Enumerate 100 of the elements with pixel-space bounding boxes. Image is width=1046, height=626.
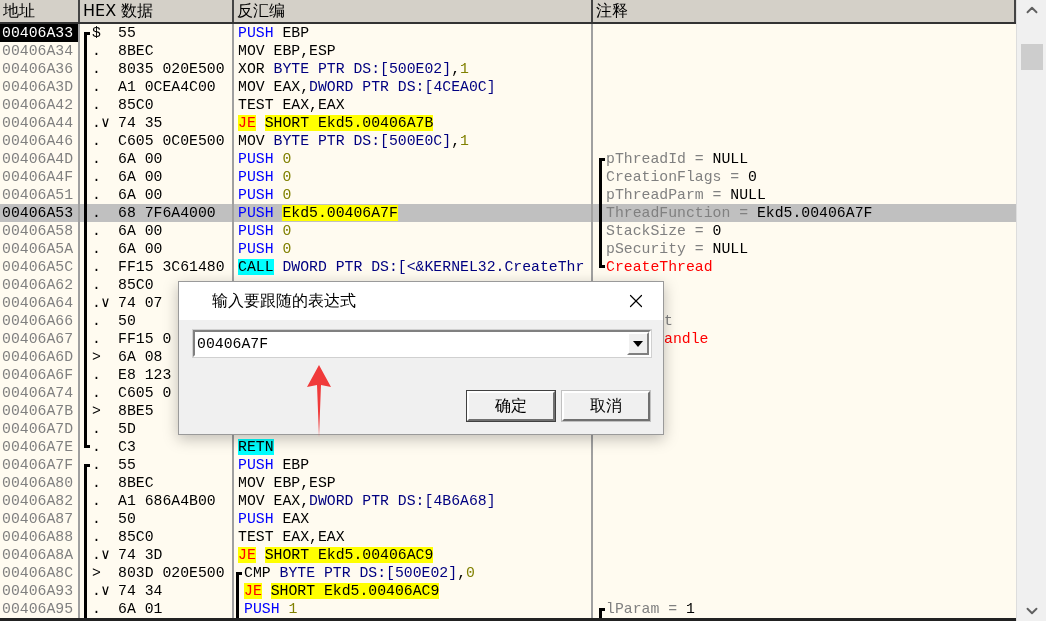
hex-bytes: FF15 3C61480 (118, 258, 225, 276)
instruction-text: MOV EAX,DWORD PTR DS:[4B6A68] (238, 492, 496, 510)
hex-bytes: 68 7F6A4000 (118, 204, 216, 222)
address-text: 00406A6F (1, 366, 75, 384)
comment-text: pThreadParm = NULL (606, 186, 766, 204)
instruction-text: PUSH 0 (238, 150, 292, 168)
flow-marker: > (91, 564, 102, 582)
dialog-button[interactable]: 取消 (562, 391, 650, 421)
address-text: 00406A6D (1, 348, 75, 366)
column-header[interactable]: HEX 数据 (80, 0, 234, 22)
code-row[interactable]: 00406A93 .∨ 74 34 JE SHORT Ekd5.00406AC9 (0, 582, 1016, 600)
hex-bytes: FF15 0 (118, 330, 172, 348)
address-text: 00406A36 (1, 60, 75, 78)
hex-bytes: 5D (118, 420, 136, 438)
flow-marker: . (91, 258, 102, 276)
instruction-text: PUSH 0 (238, 186, 292, 204)
expression-field[interactable]: 00406A7F (193, 330, 651, 357)
instruction-text: XOR BYTE PTR DS:[500E02],1 (238, 60, 469, 78)
code-row[interactable]: 00406A46 . C605 0C0E500 MOV BYTE PTR DS:[500E0C],1 (0, 132, 1016, 150)
hex-bytes: 6A 00 (118, 240, 163, 258)
code-row[interactable]: 00406A4D . 6A 00 PUSH 0 pThreadId = NULL (0, 150, 1016, 168)
flow-marker: .∨ (91, 114, 111, 132)
instruction-text: PUSH Ekd5.00406A7F (238, 204, 398, 222)
flow-marker: . (91, 240, 102, 258)
flow-marker: . (91, 60, 102, 78)
hex-bytes: 6A 00 (118, 168, 163, 186)
address-text: 00406A34 (1, 42, 75, 60)
dialog-button[interactable]: 确定 (467, 391, 555, 421)
code-row[interactable]: 00406A58 . 6A 00 PUSH 0 StackSize = 0 (0, 222, 1016, 240)
address-text: 00406A7B (1, 402, 75, 420)
address-text: 00406A66 (1, 312, 75, 330)
scrollbar-thumb[interactable] (1021, 44, 1043, 70)
code-row[interactable]: 00406A33 $ 55 PUSH EBP (0, 24, 1016, 42)
code-row[interactable]: 00406A95 . 6A 01 PUSH 1 lParam = 1 (0, 600, 1016, 618)
column-header[interactable]: 反汇编 (234, 0, 593, 22)
instruction-text: MOV BYTE PTR DS:[500E0C],1 (238, 132, 469, 150)
flow-marker: . (91, 222, 102, 240)
code-row[interactable]: 00406A7E . C3 RETN (0, 438, 1016, 456)
flow-marker: . (91, 600, 102, 618)
hex-bytes: 55 (118, 24, 136, 42)
hex-bytes: 74 35 (118, 114, 163, 132)
instruction-text: PUSH EBP (238, 24, 310, 42)
comment-text: pThreadId = NULL (606, 150, 749, 168)
instruction-text: PUSH 0 (238, 168, 292, 186)
address-text: 00406A74 (1, 384, 75, 402)
address-text: 00406A33 (0, 24, 78, 42)
code-row[interactable]: 00406A53 . 68 7F6A4000 PUSH Ekd5.00406A7F ThreadFunction = Ekd5.00406A7F (0, 204, 1016, 222)
code-row[interactable]: 00406A7F . 55 PUSH EBP (0, 456, 1016, 474)
flow-marker: . (91, 150, 102, 168)
flow-marker: .∨ (91, 546, 111, 564)
code-row[interactable]: 00406A44 .∨ 74 35 JE SHORT Ekd5.00406A7B (0, 114, 1016, 132)
flow-marker: . (91, 528, 102, 546)
flow-marker: . (91, 474, 102, 492)
instruction-text: TEST EAX,EAX (238, 96, 345, 114)
code-row[interactable]: 00406A5C . FF15 3C61480 CALL DWORD PTR DS:[<&KERNEL32.CreateThr CreateThread (0, 258, 1016, 276)
hex-bytes: 8BE5 (118, 402, 154, 420)
address-text: 00406A87 (1, 510, 75, 528)
flow-marker: . (91, 420, 102, 438)
comment-text: andle (663, 330, 709, 348)
hex-bytes: A1 0CEA4C00 (118, 78, 216, 96)
instruction-text: PUSH EAX (238, 510, 310, 528)
flow-marker: . (91, 276, 102, 294)
instruction-text: MOV EAX,DWORD PTR DS:[4CEA0C] (238, 78, 496, 96)
instruction-text: CALL DWORD PTR DS:[<&KERNEL32.CreateThr (238, 258, 585, 276)
code-row[interactable]: 00406A82 . A1 686A4B00 MOV EAX,DWORD PTR DS:[4B6A68] (0, 492, 1016, 510)
flow-marker: . (91, 132, 102, 150)
code-row[interactable]: 00406A80 . 8BEC MOV EBP,ESP (0, 474, 1016, 492)
code-row[interactable]: 00406A87 . 50 PUSH EAX (0, 510, 1016, 528)
address-text: 00406A4F (1, 168, 75, 186)
hex-bytes: C605 0 (118, 384, 172, 402)
code-row[interactable]: 00406A4F . 6A 00 PUSH 0 CreationFlags = 0 (0, 168, 1016, 186)
code-row[interactable]: 00406A8A .∨ 74 3D JE SHORT Ekd5.00406AC9 (0, 546, 1016, 564)
flow-marker: .∨ (91, 582, 111, 600)
dropdown-button[interactable] (627, 332, 649, 355)
hex-bytes: 6A 00 (118, 222, 163, 240)
flow-marker: . (91, 168, 102, 186)
hex-bytes: A1 686A4B00 (118, 492, 216, 510)
address-text: 00406A53 (1, 204, 75, 222)
address-text: 00406A42 (1, 96, 75, 114)
flow-marker: . (91, 330, 102, 348)
hex-bytes: 85C0 (118, 528, 154, 546)
instruction-text: MOV EBP,ESP (238, 42, 336, 60)
flow-marker: . (91, 366, 102, 384)
address-text: 00406A4D (1, 150, 75, 168)
instruction-text: JE SHORT Ekd5.00406AC9 (238, 546, 434, 564)
flow-marker: . (91, 96, 102, 114)
column-header[interactable]: 地址 (0, 0, 80, 22)
code-row[interactable]: 00406A34 . 8BEC MOV EBP,ESP (0, 42, 1016, 60)
flow-marker: . (91, 204, 102, 222)
code-row[interactable]: 00406A36 . 8035 020E500 XOR BYTE PTR DS:[500E02],1 (0, 60, 1016, 78)
hex-bytes: 803D 020E500 (118, 564, 225, 582)
instruction-text: JE SHORT Ekd5.00406AC9 (244, 582, 440, 600)
address-text: 00406A7D (1, 420, 75, 438)
hex-bytes: 74 07 (118, 294, 163, 312)
flow-marker: .∨ (91, 294, 111, 312)
hex-bytes: 8035 020E500 (118, 60, 225, 78)
instruction-text: PUSH 0 (238, 240, 292, 258)
comment-text: lParam = 1 (606, 600, 695, 618)
hex-bytes: 74 34 (118, 582, 163, 600)
code-row[interactable]: 00406A3D . A1 0CEA4C00 MOV EAX,DWORD PTR DS:[4CEA0C] (0, 78, 1016, 96)
